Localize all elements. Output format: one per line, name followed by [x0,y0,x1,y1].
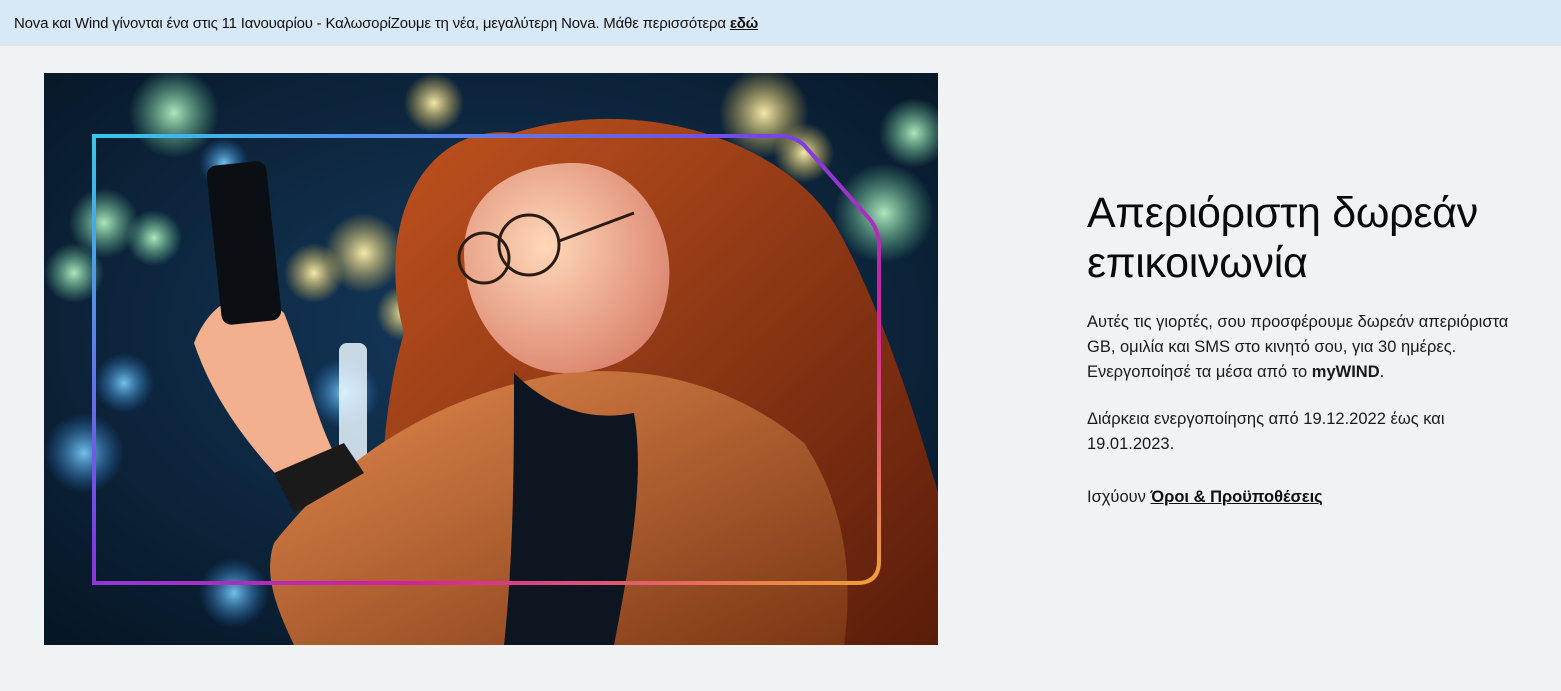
promo-description-text: Αυτές τις γιορτές, σου προσφέρουμε δωρεά… [1087,313,1509,381]
activation-period: Διάρκεια ενεργοποίησης από 19.12.2022 έω… [1087,410,1445,453]
promo-content: Απεριόριστη δωρεάν επικοινωνία Αυτές τις… [1087,188,1527,510]
terms-link[interactable]: Όροι & Προϋποθέσεις [1151,488,1323,506]
terms-line: Ισχύουν Όροι & Προϋποθέσεις [1087,485,1527,510]
page-title: Απεριόριστη δωρεάν επικοινωνία [1087,189,1478,287]
mywind-brand: myWIND [1311,363,1380,381]
promo-description-end: . [1379,363,1385,381]
terms-prefix: Ισχύουν [1087,488,1146,506]
banner-link[interactable]: εδώ [730,15,758,32]
announcement-banner: Nova και Wind γίνονται ένα στις 11 Ιανου… [0,0,1561,46]
promo-description: Αυτές τις γιορτές, σου προσφέρουμε δωρεά… [1087,310,1527,385]
banner-text: Nova και Wind γίνονται ένα στις 11 Ιανου… [14,14,726,32]
hero-image [44,73,938,645]
